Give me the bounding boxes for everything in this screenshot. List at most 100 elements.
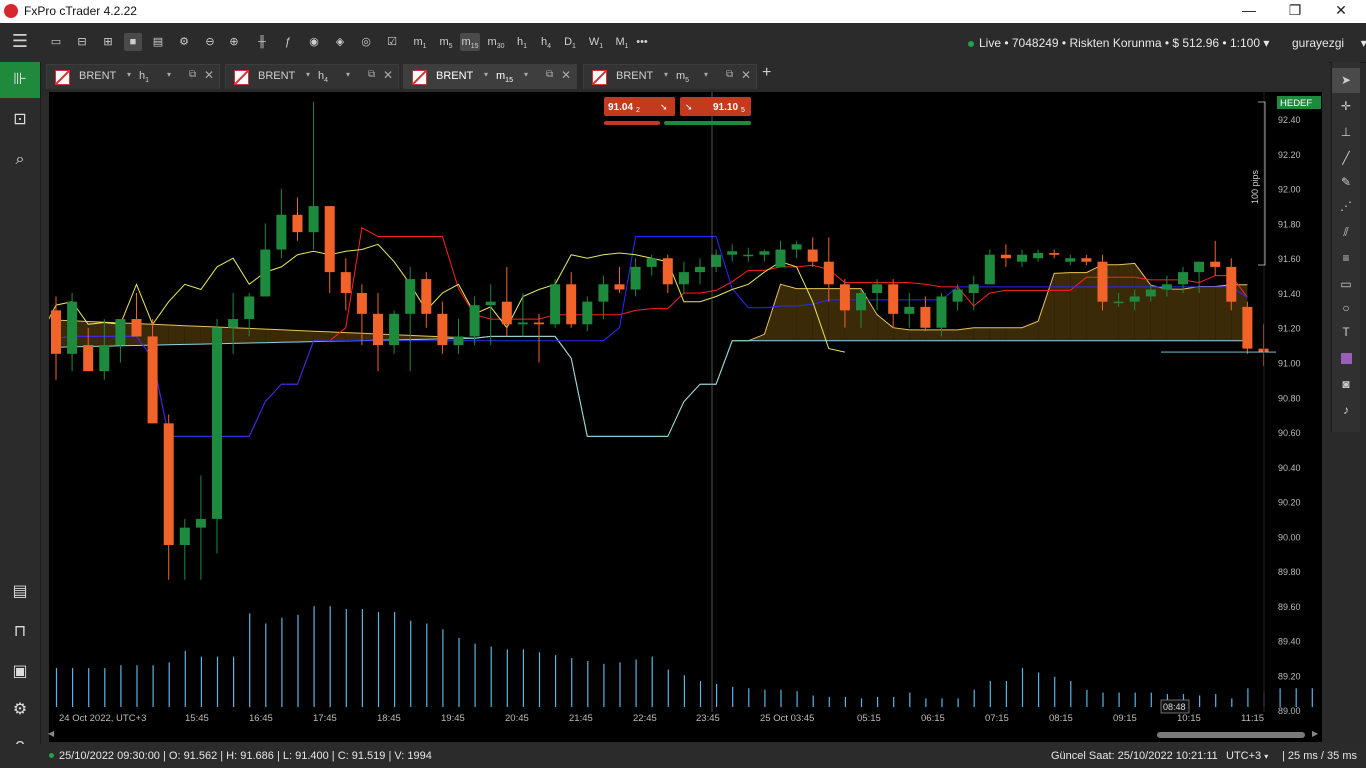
copy-section-icon[interactable]: ▤ — [0, 574, 40, 610]
zoom-in-icon[interactable]: ⊕ — [226, 33, 242, 51]
timeframe-dropdown-icon[interactable]: ▾ — [167, 70, 171, 79]
candle-body — [1017, 254, 1027, 262]
candle-body — [373, 313, 383, 346]
timeframe-m1[interactable]: m1 — [410, 33, 430, 51]
symbol-dropdown-icon[interactable]: ▾ — [484, 70, 488, 79]
scroll-left-icon[interactable]: ◀ — [48, 729, 54, 738]
symbol-dropdown-icon[interactable]: ▾ — [664, 70, 668, 79]
kumo-cloud-segment — [184, 325, 201, 345]
grid-layout-icon[interactable]: ⊞ — [100, 33, 116, 51]
restore-button[interactable]: ❐ — [1272, 2, 1318, 19]
candle-body — [1113, 301, 1124, 304]
close-tab-icon[interactable]: ✕ — [383, 68, 393, 82]
timeframe-m15[interactable]: m15 — [460, 33, 480, 51]
settings-gear-icon[interactable]: ⚙ — [0, 692, 40, 728]
timeframe-dropdown-icon[interactable]: ▾ — [704, 70, 708, 79]
price-tick-label: 89.80 — [1278, 567, 1301, 577]
sell-arrow-icon: ➘ — [660, 103, 668, 113]
single-layout-icon[interactable]: ■ — [124, 33, 142, 51]
timezone-selector[interactable]: UTC+3 ▾ — [1226, 750, 1268, 762]
close-tab-icon[interactable]: ✕ — [561, 68, 571, 82]
chart-area[interactable]: 92.6092.4092.2092.0091.8091.6091.4091.20… — [0, 80, 1362, 742]
scroll-right-icon[interactable]: ▶ — [1312, 729, 1318, 738]
timeframe-h1[interactable]: h1 — [512, 33, 532, 51]
candle-body — [534, 322, 544, 325]
kumo-cloud-segment — [168, 324, 185, 345]
timeframe-sub: 1 — [624, 43, 629, 51]
timeframe-base: m — [461, 36, 471, 48]
automate-section-icon[interactable]: ⊡ — [0, 102, 40, 138]
timeframe-m5[interactable]: m5 — [436, 33, 456, 51]
chart-tab-4[interactable]: BRENT ▾ m5 ▾ ⧉ ✕ — [583, 64, 757, 89]
price-tick-label: 91.20 — [1278, 324, 1301, 334]
cursor-tool-icon[interactable]: ➤ — [1332, 68, 1360, 93]
candle-body — [678, 272, 689, 285]
quick-trade-icon[interactable]: ☑ — [384, 33, 400, 51]
detach-tab-icon[interactable]: ⧉ — [726, 69, 733, 80]
indicators-icon[interactable]: ƒ — [280, 33, 296, 51]
timeframe-D1[interactable]: D1 — [560, 33, 580, 51]
close-window-button[interactable]: ✕ — [1318, 2, 1364, 19]
eye-icon[interactable]: ◎ — [358, 33, 374, 51]
price-chart[interactable]: 92.6092.4092.2092.0091.8091.6091.4091.20… — [0, 80, 1362, 742]
candle-body — [1000, 254, 1011, 259]
chart-type-icon[interactable]: ╫ — [254, 33, 270, 51]
candle-body — [952, 289, 963, 302]
trend-line-tool-icon[interactable]: ╱ — [1332, 146, 1360, 171]
timeframe-h4[interactable]: h4 — [536, 33, 556, 51]
add-tab-button[interactable]: + — [762, 64, 771, 82]
timeframe-dropdown-icon[interactable]: ▾ — [524, 70, 528, 79]
timeframe-M1[interactable]: M1 — [612, 33, 632, 51]
horizontal-line-tool-icon[interactable]: ⊥ — [1332, 120, 1360, 145]
channel-tool-icon[interactable]: ⫽ — [1332, 220, 1360, 245]
pencil-tool-icon[interactable]: ✎ — [1332, 170, 1360, 195]
detach-tab-icon[interactable]: ⧉ — [546, 69, 553, 80]
close-tab-icon[interactable]: ✕ — [741, 68, 751, 82]
chart-mode-icon[interactable]: ▭ — [48, 33, 64, 51]
layers-icon[interactable]: ◈ — [332, 33, 348, 51]
timeframe-m30[interactable]: m30 — [486, 33, 506, 51]
color-picker-icon[interactable] — [1332, 346, 1360, 371]
hamburger-menu-icon[interactable]: ☰ — [10, 32, 30, 51]
candle-body — [195, 518, 206, 528]
ellipse-tool-icon[interactable]: ○ — [1332, 296, 1360, 321]
symbol-flag-icon — [592, 70, 607, 85]
fibonacci-fan-icon[interactable]: ⋰ — [1332, 194, 1360, 219]
time-tick-label: 07:15 — [985, 713, 1009, 724]
multi-chart-icon[interactable]: ⊟ — [74, 33, 90, 51]
more-options-icon[interactable]: ••• — [634, 33, 650, 51]
chart-settings-icon[interactable]: ⚙ — [176, 33, 192, 51]
timeframe-W1[interactable]: W1 — [586, 33, 606, 51]
crosshair-tool-icon[interactable]: ✛ — [1332, 94, 1360, 119]
server-time: Güncel Saat: 25/10/2022 10:21:11 — [1051, 750, 1218, 762]
candle-body — [662, 258, 673, 285]
cbot-icon[interactable]: ◉ — [306, 33, 322, 51]
chart-tab-3[interactable]: BRENT ▾ m15 ▾ ⧉ ✕ — [403, 64, 577, 89]
fibonacci-tool-icon[interactable]: ≡ — [1332, 246, 1360, 271]
text-tool-icon[interactable]: T — [1332, 320, 1360, 345]
candle-body — [83, 345, 94, 372]
symbol-dropdown-icon[interactable]: ▾ — [127, 70, 131, 79]
tile-layout-icon[interactable]: ▤ — [150, 33, 166, 51]
detach-tab-icon[interactable]: ⧉ — [368, 69, 375, 80]
screenshot-icon[interactable]: ◙ — [1332, 372, 1360, 397]
alert-bell-icon[interactable]: ♪ — [1332, 398, 1360, 423]
rectangle-tool-icon[interactable]: ▭ — [1332, 272, 1360, 297]
tab-symbol: BRENT — [436, 70, 474, 82]
minimize-button[interactable]: — — [1226, 2, 1272, 18]
user-menu[interactable]: gurayezgi ▾ — [1292, 36, 1366, 50]
chart-scrollbar[interactable] — [1157, 732, 1305, 738]
account-selector[interactable]: Live • 7048249 • Riskten Korunma • $ 512… — [968, 36, 1269, 50]
zoom-out-icon[interactable]: ⊖ — [202, 33, 218, 51]
wallet-icon[interactable]: ▣ — [0, 654, 40, 690]
kumo-cloud-segment — [265, 329, 282, 343]
symbol-dropdown-icon[interactable]: ▾ — [306, 70, 310, 79]
chart-tab-1[interactable]: BRENT ▾ h1 ▾ ⧉ ✕ — [46, 64, 220, 89]
analyze-section-icon[interactable]: ⌕ — [0, 142, 40, 178]
trade-section-icon[interactable]: ⊪ — [0, 62, 40, 98]
detach-tab-icon[interactable]: ⧉ — [189, 69, 196, 80]
timeframe-dropdown-icon[interactable]: ▾ — [346, 70, 350, 79]
close-tab-icon[interactable]: ✕ — [204, 68, 214, 82]
store-icon[interactable]: ⊓ — [0, 614, 40, 650]
chart-tab-2[interactable]: BRENT ▾ h4 ▾ ⧉ ✕ — [225, 64, 399, 89]
